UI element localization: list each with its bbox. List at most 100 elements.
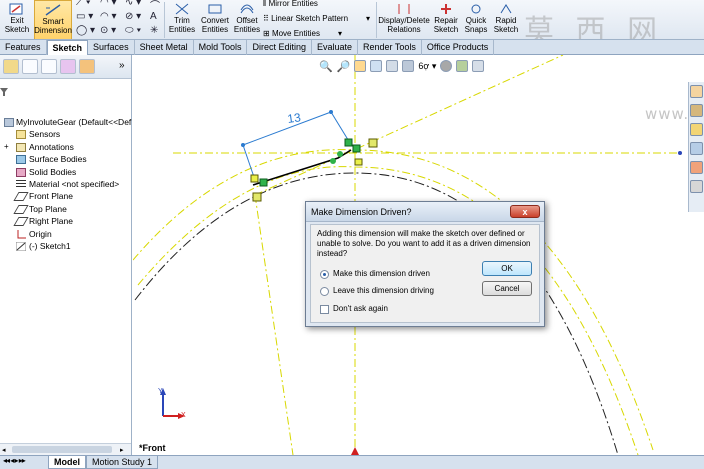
zoom-to-fit-icon[interactable]: 🔍 [319,60,333,73]
display-delete-relations-button[interactable]: Display/Delete Relations [378,0,430,39]
convert-entities-button[interactable]: Convert Entities [199,0,231,39]
point-tool-icon[interactable]: ⬭ ▾ [125,25,141,36]
tree-item-material[interactable]: Material <not specified> [0,178,131,190]
sketch-point[interactable] [330,158,336,164]
dimxpert-tab-icon[interactable] [60,59,76,74]
origin-icon [17,229,26,239]
repair-sketch-button[interactable]: Repair Sketch [432,0,460,39]
linear-sketch-pattern-button[interactable]: ⠿ Linear Sketch Pattern ▾ [263,11,370,26]
line-tool-icon[interactable]: ⟋ ▾ [76,0,91,8]
checkbox-dont-ask-again[interactable] [320,304,329,314]
scroll-right-icon[interactable]: ▸ [120,446,128,454]
view-orientation-icon[interactable] [386,60,399,72]
tree-item-sensors[interactable]: Sensors [0,128,131,140]
view-palette-icon[interactable] [690,142,703,155]
relation-marker-icon [344,138,353,147]
apply-scene-icon[interactable] [456,60,469,72]
trim-entities-button[interactable]: Trim Entities [167,0,197,39]
scroll-thumb[interactable] [12,446,112,453]
tab-sheet-metal[interactable]: Sheet Metal [135,40,194,55]
ellipse-tool-icon[interactable]: ⊘ ▾ [125,11,141,22]
cancel-button[interactable]: Cancel [482,281,532,296]
tree-item-sketch1[interactable]: (-) Sketch1 [0,240,131,252]
dimension-handle[interactable] [329,110,333,114]
rectangle-tool-icon[interactable]: ▭ ▾ [76,11,93,22]
expand-plus-icon[interactable]: + [4,141,9,153]
section-view-icon[interactable] [370,60,383,72]
plane-tool-icon[interactable]: ✳ [150,25,158,36]
radio-make-driven[interactable] [320,269,329,279]
annotation-icon [16,142,26,152]
tab-model[interactable]: Model [48,456,86,469]
sketch-point[interactable] [337,151,343,157]
involute-segment[interactable] [252,149,352,186]
offset-entities-button[interactable]: Offset Entities [233,0,261,39]
slot-tool-icon[interactable]: ◠ ▾ [100,11,117,22]
ok-button[interactable]: OK [482,261,532,276]
tab-features[interactable]: Features [0,40,47,55]
circle-tool-icon[interactable]: ◯ ▾ [76,25,95,36]
tree-item-right-plane[interactable]: Right Plane [0,215,131,227]
sensor-icon [16,130,26,140]
zoom-to-area-icon[interactable]: 🔎 [337,60,351,73]
tab-evaluate[interactable]: Evaluate [312,40,359,55]
plane-icon [13,217,29,227]
feature-manager-pane: » MyInvoluteGear (Default<<Def Sensors +… [0,55,132,455]
fillet-tool-icon[interactable]: ⌒ [150,0,160,12]
rapid-sketch-button[interactable]: Rapid Sketch [492,0,520,39]
tree-item-top-plane[interactable]: Top Plane [0,203,131,215]
dialog-title-bar[interactable]: Make Dimension Driven? x [306,202,544,222]
hide-show-items-icon[interactable]: 6ợ ▾ [418,61,436,72]
close-button[interactable]: x [510,205,540,218]
surface-bodies-icon [16,155,26,165]
filter-icon[interactable] [0,87,8,99]
feature-manager-tab-icon[interactable] [3,59,19,74]
edit-appearance-icon[interactable] [440,60,453,72]
option-dont-ask-again[interactable]: Don't ask again [320,304,388,314]
move-entities-button[interactable]: ⊞ Move Entities ▾ [263,26,370,39]
previous-view-icon[interactable] [354,60,367,72]
tree-item-origin[interactable]: Origin [0,228,131,240]
polygon-tool-icon[interactable]: ⊙ ▾ [100,25,116,36]
arc-tool-icon[interactable]: ◠ ▾ [100,0,117,8]
property-manager-tab-icon[interactable] [22,59,38,74]
spline-tool-icon[interactable]: ∿ ▾ [125,0,141,8]
sketch-point[interactable] [678,151,682,155]
tab-render-tools[interactable]: Render Tools [358,40,422,55]
tab-navigation-arrows-icon[interactable]: ◂◂ ◂ ▸ ▸▸ [3,456,26,465]
display-style-icon[interactable] [402,60,415,72]
command-manager-ribbon: Exit Sketch Smart Dimension ⟋ ▾ ◠ ▾ ∿ ▾ … [0,0,704,40]
file-explorer-icon[interactable] [690,123,703,136]
tab-sketch[interactable]: Sketch [46,40,89,55]
tree-item-surface-bodies[interactable]: Surface Bodies [0,153,131,165]
dimension-value-text[interactable]: 13 [286,110,301,126]
mirror-entities-button[interactable]: ⫴ Mirror Entities [263,0,370,11]
tree-item-solid-bodies[interactable]: Solid Bodies [0,166,131,178]
tree-item-annotations[interactable]: + Annotations [0,141,131,153]
tree-root-part[interactable]: MyInvoluteGear (Default<<Def [0,116,131,128]
configuration-manager-tab-icon[interactable] [41,59,57,74]
tab-surfaces[interactable]: Surfaces [88,40,135,55]
chevron-right-icon[interactable]: » [119,60,125,71]
dimension-handle[interactable] [241,143,245,147]
text-tool-icon[interactable]: A [150,11,157,22]
scroll-left-icon[interactable]: ◂ [2,446,10,454]
tree-item-front-plane[interactable]: Front Plane [0,190,131,202]
appearances-icon[interactable] [690,161,703,174]
display-manager-tab-icon[interactable] [79,59,95,74]
pane-horizontal-scrollbar[interactable]: ◂ ▸ [0,443,131,455]
tab-mold-tools[interactable]: Mold Tools [194,40,248,55]
exit-sketch-button[interactable]: Exit Sketch [2,0,32,39]
smart-dimension-button[interactable]: Smart Dimension [34,0,72,39]
solidworks-resources-icon[interactable] [690,85,703,98]
option-make-driven[interactable]: Make this dimension driven [320,269,430,279]
radio-leave-driving[interactable] [320,286,329,296]
tab-motion-study[interactable]: Motion Study 1 [86,456,159,469]
tab-office-products[interactable]: Office Products [422,40,495,55]
option-leave-driving[interactable]: Leave this dimension driving [320,286,434,296]
design-library-icon[interactable] [690,104,703,117]
tab-direct-editing[interactable]: Direct Editing [247,40,312,55]
quick-snaps-button[interactable]: Quick Snaps [462,0,490,39]
view-settings-icon[interactable] [472,60,485,72]
custom-properties-icon[interactable] [690,180,703,193]
